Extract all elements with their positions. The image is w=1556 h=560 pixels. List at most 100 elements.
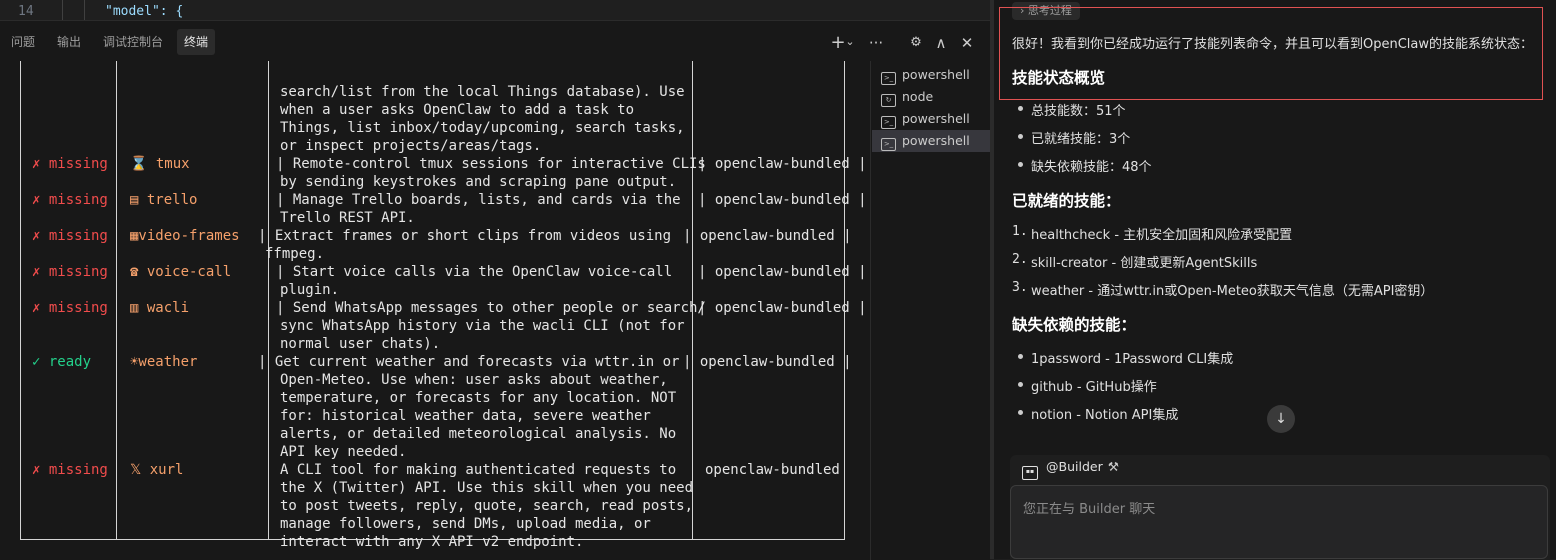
chevron-down-icon[interactable]: ⌄ bbox=[844, 32, 856, 52]
terminal-line: | openclaw-bundled | bbox=[698, 156, 867, 172]
bullet bbox=[1018, 162, 1023, 167]
missing-skills-heading: 缺失依赖的技能： bbox=[1012, 316, 1137, 334]
tab-terminal[interactable]: 终端 bbox=[177, 29, 216, 55]
terminal-line: Trello REST API. bbox=[280, 210, 415, 226]
terminal-line: 𝕏 xurl bbox=[130, 462, 184, 478]
terminal-line: Open-Meteo. Use when: user asks about we… bbox=[280, 372, 668, 388]
terminal-session-node[interactable]: ↻ node bbox=[872, 86, 990, 108]
bullet bbox=[1018, 134, 1023, 139]
terminal-line: | openclaw-bundled | bbox=[698, 300, 867, 316]
more-actions-icon[interactable]: ··· bbox=[866, 33, 886, 53]
tab-problems[interactable]: 问题 bbox=[4, 29, 42, 55]
terminal-line: when a user asks OpenClaw to add a task … bbox=[280, 102, 635, 118]
terminal-line: ⌛ tmux bbox=[130, 156, 190, 172]
terminal-list: >_ powershell ↻ node >_ powershell >_ powers… bbox=[870, 61, 991, 560]
list-number: 2. bbox=[1012, 252, 1028, 267]
chat-input[interactable] bbox=[1010, 485, 1548, 559]
terminal-line: normal user chats). bbox=[280, 336, 441, 352]
terminal-line: | openclaw-bundled | bbox=[698, 264, 867, 280]
terminal-line: openclaw-bundled bbox=[705, 462, 840, 478]
terminal-line: Things, list inbox/today/upcoming, searc… bbox=[280, 120, 685, 136]
agent-icon: ▪▪ bbox=[1022, 466, 1038, 480]
terminal-icon: >_ bbox=[881, 116, 896, 129]
terminal-session-label: powershell bbox=[902, 133, 970, 148]
assistant-intro-text: 很好！我看到你已经成功运行了技能列表命令，并且可以看到OpenClaw的技能系统… bbox=[1012, 37, 1534, 52]
terminal-line: | Extract frames or short clips from vid… bbox=[258, 228, 672, 244]
terminal-line: ✗ missing bbox=[32, 156, 108, 172]
terminal-line: | Get current weather and forecasts via … bbox=[258, 354, 680, 370]
terminal-line: manage followers, send DMs, upload media… bbox=[280, 516, 651, 532]
ready-skill-item: skill-creator - 创建或更新AgentSkills bbox=[1031, 256, 1258, 271]
editor-area[interactable]: 14 "model": { bbox=[0, 0, 990, 20]
agent-label: @Builder bbox=[1046, 459, 1103, 474]
terminal-line: ✗ missing bbox=[32, 300, 108, 316]
overview-item: 缺失依赖技能：48个 bbox=[1031, 160, 1152, 175]
scroll-down-icon[interactable]: ↓ bbox=[1267, 405, 1295, 433]
table-border bbox=[20, 61, 21, 540]
missing-skill-item: notion - Notion API集成 bbox=[1031, 408, 1179, 423]
terminal-line: ▥ wacli bbox=[130, 300, 190, 316]
terminal-line: | openclaw-bundled | bbox=[698, 192, 867, 208]
terminal-line: ☎ voice-call bbox=[130, 264, 232, 280]
overview-item: 总技能数：51个 bbox=[1031, 104, 1126, 119]
terminal-line: ▤ trello bbox=[130, 192, 198, 208]
ready-skill-item: healthcheck - 主机安全加固和风险承受配置 bbox=[1031, 228, 1293, 243]
terminal-line: | Remote-control tmux sessions for inter… bbox=[276, 156, 706, 172]
chat-messages[interactable]: › 思考过程 很好！我看到你已经成功运行了技能列表命令，并且可以看到OpenCl… bbox=[994, 0, 1556, 440]
list-number: 3. bbox=[1012, 280, 1028, 295]
tab-output[interactable]: 输出 bbox=[50, 29, 88, 55]
terminal-line: ✗ missing bbox=[32, 192, 108, 208]
terminal-line: ▦video-frames bbox=[130, 228, 240, 244]
terminal-line: or inspect projects/areas/tags. bbox=[280, 138, 542, 154]
ready-skill-item: weather - 通过wttr.in或Open-Meteo获取天气信息（无需A… bbox=[1031, 284, 1434, 299]
missing-skill-item: github - GitHub操作 bbox=[1031, 380, 1157, 395]
terminal-line: | Send WhatsApp messages to other people… bbox=[276, 300, 706, 316]
terminal-session-powershell[interactable]: >_ powershell bbox=[872, 64, 990, 86]
terminal-line: | Manage Trello boards, lists, and cards… bbox=[276, 192, 681, 208]
tab-debug-console[interactable]: 调试控制台 bbox=[96, 29, 170, 55]
terminal-line: alerts, or detailed meteorological analy… bbox=[280, 426, 677, 442]
bullet bbox=[1018, 410, 1023, 415]
terminal-line: | Start voice calls via the OpenClaw voi… bbox=[276, 264, 673, 280]
terminal-line: | openclaw-bundled | bbox=[683, 354, 852, 370]
agent-selector[interactable]: ▪▪ @Builder ⚒ bbox=[1022, 459, 1119, 480]
panel-layout-icon[interactable]: ⚙ bbox=[906, 33, 926, 53]
terminal-line: ✓ ready bbox=[32, 354, 92, 370]
code-line: "model": { bbox=[105, 4, 184, 19]
line-number: 14 bbox=[18, 4, 34, 19]
missing-skill-item: 1password - 1Password CLI集成 bbox=[1031, 352, 1234, 367]
bullet bbox=[1018, 106, 1023, 111]
terminal-line: search/list from the local Things databa… bbox=[280, 84, 685, 100]
terminal-icon: >_ bbox=[881, 72, 896, 85]
terminal-line: for: historical weather data, severe wea… bbox=[280, 408, 651, 424]
terminal-debug-icon: ↻ bbox=[881, 94, 896, 107]
terminal-line: A CLI tool for making authenticated requ… bbox=[280, 462, 677, 478]
table-border bbox=[268, 61, 269, 540]
overview-heading: 技能状态概览 bbox=[1012, 69, 1106, 87]
terminal-line: ✗ missing bbox=[32, 264, 108, 280]
terminal-line: plugin. bbox=[280, 282, 340, 298]
terminal-session-label: powershell bbox=[902, 111, 970, 126]
terminal-line: temperature, or forecasts for any locati… bbox=[280, 390, 677, 406]
terminal-line: sync WhatsApp history via the wacli CLI … bbox=[280, 318, 685, 334]
terminal-session-powershell-active[interactable]: >_ powershell bbox=[872, 130, 990, 152]
terminal-line: interact with any X API v2 endpoint. bbox=[280, 534, 584, 550]
terminal-line: to post tweets, reply, quote, search, re… bbox=[280, 498, 694, 514]
terminal-line: ☀weather bbox=[130, 354, 198, 370]
terminal-line: API key needed. bbox=[280, 444, 407, 460]
bullet bbox=[1018, 354, 1023, 359]
tools-icon[interactable]: ⚒ bbox=[1108, 459, 1119, 474]
list-number: 1. bbox=[1012, 224, 1028, 239]
terminal-session-label: node bbox=[902, 89, 934, 104]
terminal-line: by sending keystrokes and scraping pane … bbox=[280, 174, 677, 190]
terminal-session-powershell[interactable]: >_ powershell bbox=[872, 108, 990, 130]
bullet bbox=[1018, 382, 1023, 387]
chat-panel: › 思考过程 很好！我看到你已经成功运行了技能列表命令，并且可以看到OpenCl… bbox=[994, 0, 1556, 559]
terminal-output[interactable]: search/list from the local Things databa… bbox=[0, 61, 870, 560]
terminal-icon: >_ bbox=[881, 138, 896, 151]
terminal-session-label: powershell bbox=[902, 67, 970, 82]
bottom-panel: 问题 输出 调试控制台 终端 + ⌄ ··· ⚙ ∧ ✕ search/list… bbox=[0, 20, 990, 560]
close-panel-icon[interactable]: ✕ bbox=[957, 33, 977, 53]
maximize-panel-icon[interactable]: ∧ bbox=[931, 33, 951, 53]
table-border bbox=[116, 61, 117, 540]
